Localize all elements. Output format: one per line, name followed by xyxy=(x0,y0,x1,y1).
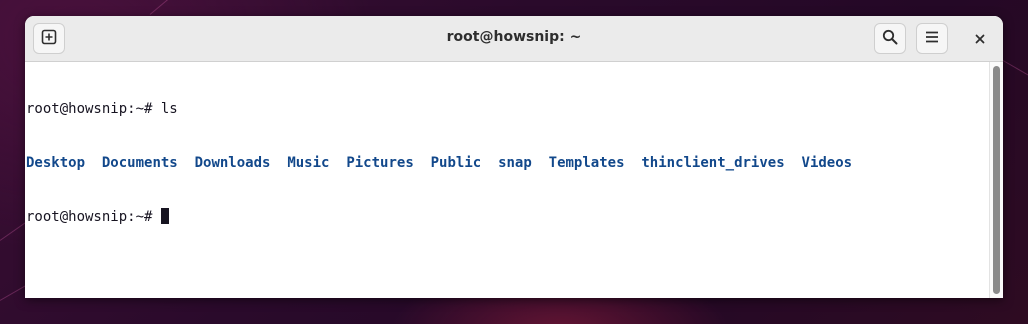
directory-entry: Templates xyxy=(548,155,625,171)
terminal-window: root@howsnip: ~ root@howsnip:~# ls Deskt… xyxy=(25,16,1003,298)
ls-output-line: Desktop Documents Downloads Music Pictur… xyxy=(26,154,987,172)
shell-prompt: root@howsnip:~# xyxy=(26,209,161,225)
text-cursor xyxy=(160,208,169,224)
vertical-scrollbar[interactable] xyxy=(989,62,1003,298)
hamburger-menu-icon xyxy=(924,29,940,49)
scrollbar-thumb[interactable] xyxy=(993,66,1000,294)
directory-entry: Music xyxy=(287,155,330,171)
directory-entry: Downloads xyxy=(194,155,271,171)
shell-prompt: root@howsnip:~# xyxy=(26,101,161,117)
close-button[interactable] xyxy=(967,26,993,52)
directory-entry: Public xyxy=(430,155,482,171)
directory-entry: Desktop xyxy=(26,155,86,171)
window-title: root@howsnip: ~ xyxy=(446,29,582,45)
menu-button[interactable] xyxy=(916,23,948,54)
wallpaper-line xyxy=(1002,60,1028,76)
directory-entry: Pictures xyxy=(346,155,414,171)
search-button[interactable] xyxy=(874,23,906,54)
shell-command: ls xyxy=(160,101,178,117)
terminal-output[interactable]: root@howsnip:~# ls Desktop Documents Dow… xyxy=(25,62,987,298)
directory-entry: snap xyxy=(498,155,532,171)
directory-entry: Documents xyxy=(101,155,178,171)
directory-entry: thinclient_drives xyxy=(641,155,785,171)
wallpaper-line xyxy=(149,0,197,15)
search-icon xyxy=(882,29,898,49)
terminal-line: root@howsnip:~# ls xyxy=(26,100,987,118)
header-bar[interactable]: root@howsnip: ~ xyxy=(25,16,1003,62)
close-icon xyxy=(974,30,986,49)
directory-entry: Videos xyxy=(801,155,853,171)
terminal-line: root@howsnip:~# xyxy=(26,208,987,226)
